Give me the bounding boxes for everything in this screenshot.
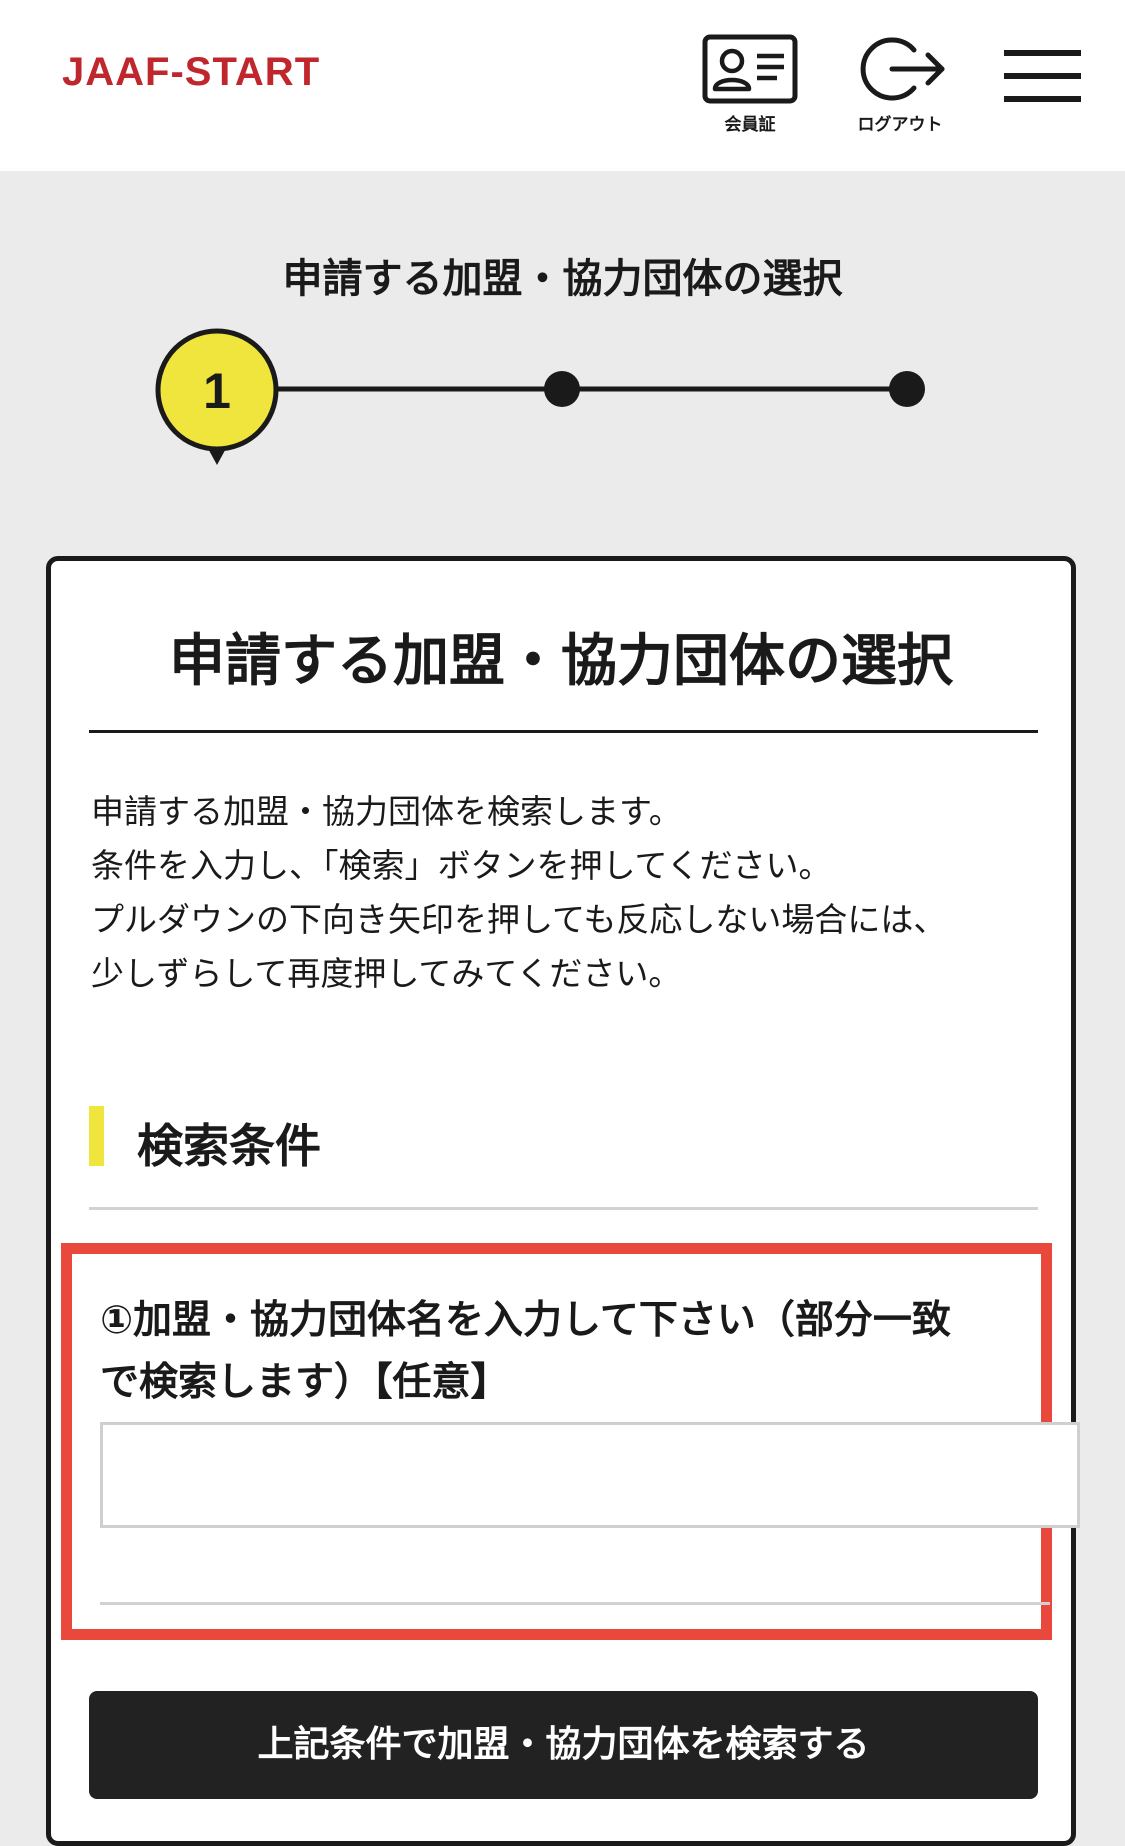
logout-icon	[860, 37, 945, 101]
label-line: で検索します）【任意】	[100, 1360, 510, 1405]
step-2-marker	[544, 371, 580, 407]
description-line: 少しずらして再度押してみてください。	[91, 954, 682, 993]
member-card-label: 会員証	[724, 115, 776, 135]
description-line: 条件を入力し、「検索」ボタンを押してください。	[91, 846, 832, 885]
title-divider	[89, 730, 1038, 733]
step-title: 申請する加盟・協力団体の選択	[282, 256, 843, 302]
description-line: 申請する加盟・協力団体を検索します。	[91, 792, 682, 831]
label-line: ①加盟・協力団体名を入力して下さい（部分一致	[100, 1298, 951, 1343]
search-button[interactable]: 上記条件で加盟・協力団体を検索する	[89, 1691, 1038, 1799]
hamburger-menu-icon[interactable]	[1004, 50, 1081, 102]
description: 申請する加盟・協力団体を検索します。 条件を入力し、「検索」ボタンを押してくださ…	[91, 785, 1041, 1001]
step-progress: 1	[155, 328, 925, 465]
app-header: JAAF-START 会員証 ログアウト	[0, 0, 1125, 171]
organization-name-input[interactable]	[100, 1422, 1080, 1528]
logout-label: ログアウト	[857, 115, 943, 135]
heading-accent-bar	[89, 1106, 104, 1166]
logout-button[interactable]: ログアウト	[840, 34, 960, 135]
logo[interactable]: JAAF-START	[62, 50, 320, 95]
section-divider	[89, 1207, 1038, 1210]
field-divider	[100, 1602, 1050, 1605]
organization-name-label: ①加盟・協力団体名を入力して下さい（部分一致 で検索します）【任意】	[100, 1290, 1030, 1414]
selection-card: 申請する加盟・協力団体の選択 申請する加盟・協力団体を検索します。 条件を入力し…	[46, 556, 1080, 1846]
section-title: 検索条件	[137, 1119, 321, 1173]
step-3-marker	[889, 371, 925, 407]
organization-name-field-group: ①加盟・協力団体名を入力して下さい（部分一致 で検索します）【任意】	[61, 1243, 1080, 1640]
step-1-number: 1	[203, 363, 231, 419]
member-card-button[interactable]: 会員証	[700, 34, 800, 135]
card-title: 申請する加盟・協力団体の選択	[169, 629, 953, 694]
id-card-icon	[702, 34, 798, 104]
description-line: プルダウンの下向き矢印を押しても反応しない場合には、	[91, 900, 947, 939]
